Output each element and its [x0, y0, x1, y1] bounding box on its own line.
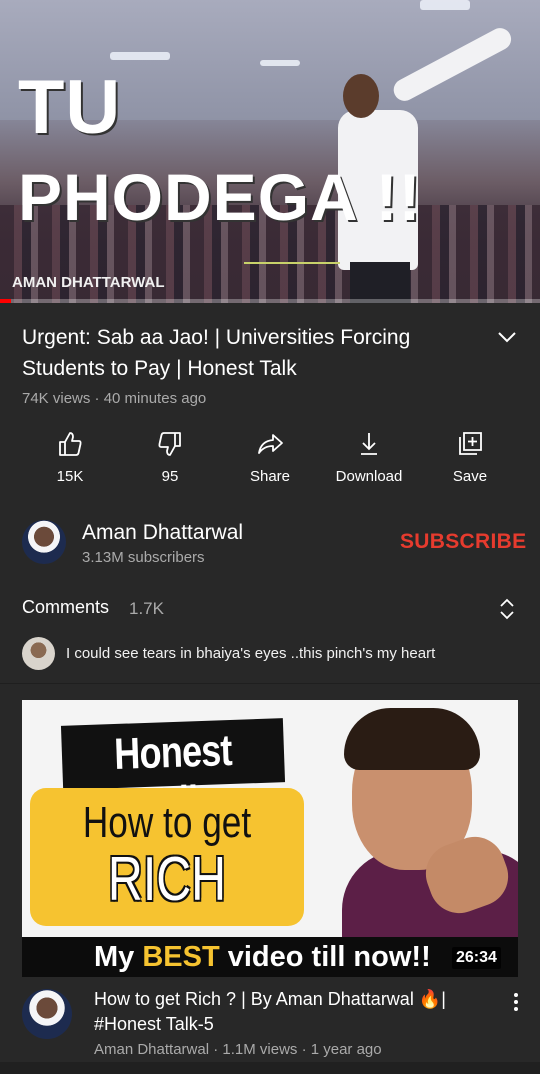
- thumb-card-line1: How to get: [82, 798, 252, 847]
- channel-name[interactable]: Aman Dhattarwal: [82, 521, 243, 545]
- comments-heading[interactable]: Comments: [22, 597, 109, 618]
- thumb-tag: Honest Talk: [60, 718, 286, 828]
- download-label: Download: [335, 468, 403, 485]
- share-button[interactable]: Share: [220, 426, 320, 496]
- action-row: 15K 95 Share Download Save: [0, 426, 540, 496]
- save-button[interactable]: Save: [420, 426, 520, 496]
- thumb-bottom-pre: My: [94, 941, 143, 973]
- video-player[interactable]: TU PHODEGA !! AMAN DHATTARWAL: [0, 0, 540, 303]
- player-overlay-line2: PHODEGA !!: [18, 160, 422, 234]
- thumb-card-line2: RICH: [107, 845, 227, 914]
- top-comment[interactable]: I could see tears in bhaiya's eyes ..thi…: [66, 645, 435, 662]
- comments-count: 1.7K: [129, 599, 164, 618]
- system-nav-bar: [0, 1062, 540, 1074]
- avatar[interactable]: [22, 520, 66, 564]
- thumb-bottom-text: My BEST video till now!!: [94, 941, 431, 974]
- recommended-video-meta: Aman Dhattarwal · 1.1M views · 1 year ag…: [94, 1041, 382, 1058]
- share-icon: [258, 434, 283, 454]
- duration-badge: 26:34: [452, 947, 501, 969]
- speaker-head: [343, 74, 379, 118]
- dislike-count: 95: [161, 468, 179, 485]
- more-options-icon[interactable]: [508, 990, 524, 1014]
- thumb-card: How to get RICH: [30, 788, 304, 926]
- thumb-bottom-highlight: BEST: [142, 941, 220, 973]
- share-label: Share: [249, 468, 291, 485]
- divider: [0, 683, 540, 684]
- thumb-person-hair: [344, 708, 480, 770]
- player-overlay-line1: TU: [18, 65, 122, 150]
- progress-bar[interactable]: [0, 299, 540, 303]
- speaker-legs: [350, 262, 410, 303]
- add-to-playlist-icon: [459, 432, 482, 455]
- chevron-down-icon[interactable]: [494, 326, 520, 348]
- overlay-underline: [244, 262, 340, 264]
- video-meta: 74K views · 40 minutes ago: [22, 390, 207, 407]
- download-button[interactable]: Download: [319, 426, 419, 496]
- commenter-avatar: [22, 637, 55, 670]
- thumbs-up-icon: [59, 432, 82, 456]
- like-button[interactable]: 15K: [20, 426, 120, 496]
- ceiling-light: [420, 0, 470, 10]
- save-label: Save: [452, 468, 488, 485]
- recommended-video-title[interactable]: How to get Rich ? | By Aman Dhattarwal 🔥…: [94, 987, 494, 1037]
- ceiling-light: [110, 52, 170, 60]
- subscriber-count: 3.13M subscribers: [82, 549, 205, 566]
- thumb-bottom-post: video till now!!: [219, 941, 431, 973]
- video-title[interactable]: Urgent: Sab aa Jao! | Universities Forci…: [22, 322, 462, 384]
- ceiling-light: [260, 60, 300, 66]
- thumbs-down-icon: [158, 432, 181, 456]
- channel-watermark: AMAN DHATTARWAL: [12, 274, 165, 291]
- recommended-channel-avatar[interactable]: [22, 989, 72, 1039]
- download-icon: [361, 433, 377, 455]
- recommended-video-thumbnail[interactable]: Honest Talk How to get RICH My BEST vide…: [22, 700, 518, 977]
- like-count: 15K: [56, 468, 84, 485]
- progress-fill: [0, 299, 11, 303]
- expand-collapse-icon[interactable]: [496, 596, 518, 622]
- subscribe-button[interactable]: SUBSCRIBE: [400, 530, 526, 554]
- dislike-button[interactable]: 95: [120, 426, 220, 496]
